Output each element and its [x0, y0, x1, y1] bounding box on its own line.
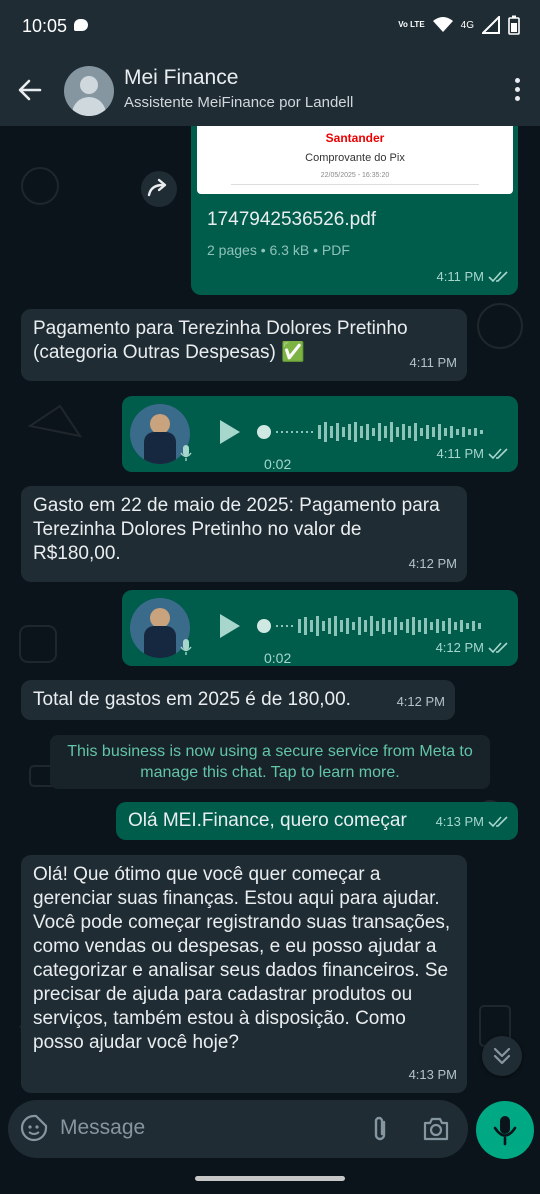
voice-message[interactable]: 0:02 4:12 PM — [122, 590, 518, 666]
voice-duration: 0:02 — [264, 650, 292, 666]
chevron-double-down-icon — [493, 1047, 511, 1065]
avatar-placeholder-icon — [80, 76, 98, 94]
voice-duration: 0:02 — [264, 456, 292, 472]
audio-waveform[interactable] — [256, 614, 496, 638]
scroll-to-bottom-button[interactable] — [482, 1036, 522, 1076]
file-meta: 2 pages • 6.3 kB • PDF — [207, 242, 350, 258]
contact-subtitle[interactable]: Assistente MeiFinance por Landell — [124, 94, 353, 111]
signal-icon — [482, 16, 500, 34]
message-time: 4:12 PM — [409, 552, 457, 576]
battery-icon — [508, 15, 520, 35]
message-timestamp: 4:11 PM — [436, 269, 484, 284]
message-timestamp: 4:13 PM — [435, 814, 484, 829]
message-text: Total de gastos em 2025 é de 180,00. — [33, 689, 351, 710]
mic-icon — [180, 445, 192, 461]
message-time: 4:11 PM — [437, 442, 508, 466]
message-timestamp: 4:12 PM — [408, 556, 457, 571]
message-time: 4:11 PM — [410, 351, 457, 375]
chat-header: Mei Finance Assistente MeiFinance por La… — [0, 54, 540, 126]
volte-icon: Vo LTE — [398, 20, 425, 29]
avatar-placeholder-body — [72, 97, 106, 116]
camera-icon[interactable] — [422, 1116, 450, 1142]
double-check-icon — [488, 448, 508, 460]
message-text: Olá! Que ótimo que você quer começar a g… — [33, 864, 451, 1053]
system-notice[interactable]: This business is now using a secure serv… — [50, 735, 490, 789]
incoming-message[interactable]: Gasto em 22 de maio de 2025: Pagamento p… — [21, 486, 467, 582]
message-time: 4:13 PM — [409, 1063, 457, 1087]
home-indicator[interactable] — [195, 1176, 345, 1181]
status-bar: 10:05 Vo LTE 4G — [0, 0, 540, 54]
pdf-preview[interactable]: Santander Comprovante do Pix 22/05/2025 … — [197, 126, 513, 194]
double-check-icon — [488, 271, 508, 283]
audio-waveform[interactable] — [256, 420, 496, 444]
message-timestamp: 4:12 PM — [396, 694, 445, 709]
file-name: 1747942536526.pdf — [207, 209, 377, 230]
voice-record-button[interactable] — [476, 1101, 534, 1159]
message-timestamp: 4:13 PM — [408, 1067, 457, 1082]
message-text: Gasto em 22 de maio de 2025: Pagamento p… — [33, 495, 440, 564]
pdf-preview-divider — [231, 184, 479, 185]
double-check-icon — [488, 642, 508, 654]
chat-notification-icon — [74, 19, 88, 31]
pdf-message[interactable]: Santander Comprovante do Pix 22/05/2025 … — [191, 126, 518, 295]
message-input[interactable]: Message — [60, 1116, 145, 1140]
status-icons: Vo LTE 4G — [398, 15, 520, 35]
more-options-icon[interactable] — [514, 78, 522, 104]
message-time: 4:13 PM — [436, 810, 508, 834]
double-check-icon — [488, 816, 508, 828]
forward-icon — [147, 178, 167, 197]
outgoing-message[interactable]: Olá MEI.Finance, quero começar 4:13 PM — [116, 802, 518, 840]
mic-icon — [493, 1116, 517, 1146]
play-icon[interactable] — [218, 612, 242, 640]
avatar[interactable] — [64, 66, 114, 116]
paperclip-icon[interactable] — [366, 1114, 394, 1144]
play-icon[interactable] — [218, 418, 242, 446]
message-time: 4:12 PM — [397, 690, 445, 714]
incoming-message[interactable]: Olá! Que ótimo que você quer começar a g… — [21, 855, 467, 1093]
mic-icon — [180, 639, 192, 655]
voice-message[interactable]: 0:02 4:11 PM — [122, 396, 518, 472]
incoming-message[interactable]: Pagamento para Terezinha Dolores Pretinh… — [21, 309, 467, 381]
message-time: 4:12 PM — [436, 636, 508, 660]
message-composer[interactable]: Message — [8, 1100, 468, 1158]
forward-button[interactable] — [141, 171, 177, 207]
network-type: 4G — [460, 19, 474, 31]
message-timestamp: 4:12 PM — [435, 640, 484, 655]
chat-area[interactable]: Santander Comprovante do Pix 22/05/2025 … — [0, 126, 540, 1096]
message-time: 4:11 PM — [437, 265, 508, 289]
wifi-icon — [432, 17, 453, 32]
contact-name[interactable]: Mei Finance — [124, 66, 238, 90]
message-text: Pagamento para Terezinha Dolores Pretinh… — [33, 318, 408, 363]
sticker-emoji-icon[interactable] — [20, 1114, 48, 1142]
incoming-message[interactable]: Total de gastos em 2025 é de 180,00. 4:1… — [21, 680, 455, 720]
message-timestamp: 4:11 PM — [436, 446, 484, 461]
message-timestamp: 4:11 PM — [409, 355, 457, 370]
back-arrow-icon[interactable] — [14, 74, 46, 106]
status-time: 10:05 — [22, 16, 68, 36]
